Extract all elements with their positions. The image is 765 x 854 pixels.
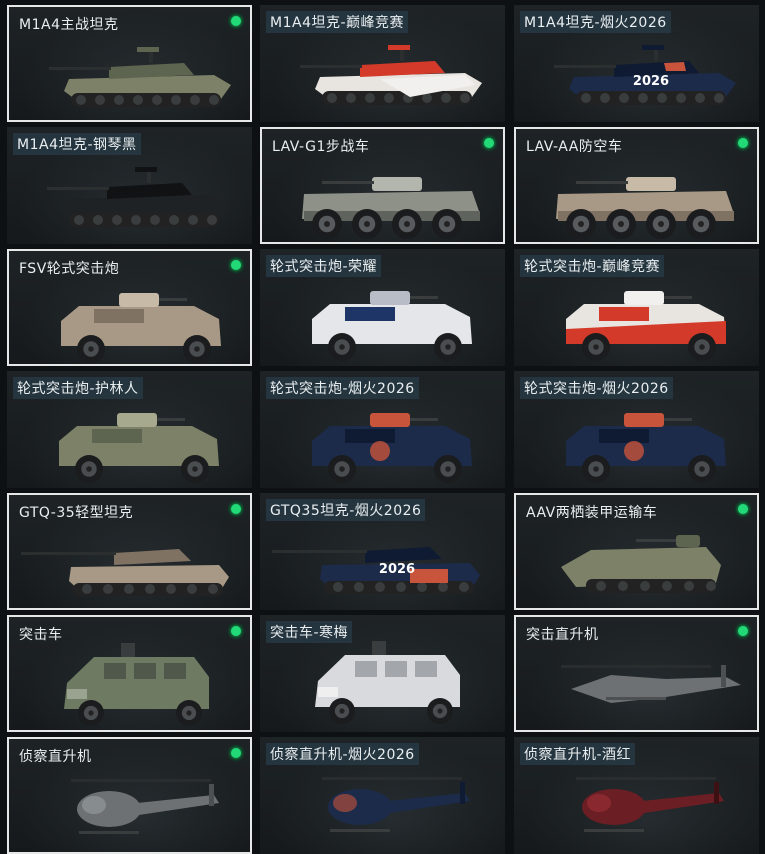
vehicle-card[interactable]: FSV轮式突击炮	[7, 249, 252, 366]
vehicle-card[interactable]: 轮式突击炮-烟火2026	[260, 371, 505, 488]
owned-indicator-icon	[228, 623, 244, 639]
vehicle-card[interactable]: LAV-AA防空车	[514, 127, 759, 244]
vehicle-card[interactable]: LAV-G1步战车	[260, 127, 505, 244]
vehicle-name: LAV-G1步战车	[272, 139, 370, 155]
skin-year-badge: 2026	[379, 562, 415, 577]
vehicle-name: 侦察直升机-烟火2026	[266, 743, 419, 765]
vehicle-name: LAV-AA防空车	[526, 139, 623, 155]
vehicle-card[interactable]: 轮式突击炮-烟火2026	[514, 371, 759, 488]
vehicle-name: FSV轮式突击炮	[19, 261, 120, 277]
vehicle-name: 轮式突击炮-荣耀	[266, 255, 382, 277]
vehicle-card[interactable]: 突击车	[7, 615, 252, 732]
owned-indicator-icon	[228, 501, 244, 517]
vehicle-name: M1A4坦克-钢琴黑	[13, 133, 141, 155]
vehicle-name: 轮式突击炮-烟火2026	[266, 377, 419, 399]
vehicle-card[interactable]: M1A4坦克-钢琴黑	[7, 127, 252, 244]
vehicle-name: 突击直升机	[526, 627, 599, 643]
owned-indicator-icon	[735, 501, 751, 517]
vehicle-name: 轮式突击炮-巅峰竞赛	[520, 255, 665, 277]
vehicle-card[interactable]: AAV两栖装甲运输车	[514, 493, 759, 610]
owned-indicator-icon	[228, 257, 244, 273]
vehicle-card[interactable]: 侦察直升机-烟火2026	[260, 737, 505, 854]
vehicle-name: GTQ-35轻型坦克	[19, 505, 134, 521]
vehicle-card[interactable]: M1A4坦克-巅峰竞赛	[260, 5, 505, 122]
vehicle-card[interactable]: M1A4主战坦克	[7, 5, 252, 122]
vehicle-name: 轮式突击炮-护林人	[13, 377, 143, 399]
skin-year-badge: 2026	[633, 74, 669, 89]
vehicle-name: M1A4坦克-烟火2026	[520, 11, 671, 33]
vehicle-card[interactable]: 轮式突击炮-荣耀	[260, 249, 505, 366]
owned-indicator-icon	[735, 135, 751, 151]
vehicle-card[interactable]: GTQ35坦克-烟火2026 2026	[260, 493, 505, 610]
vehicle-card[interactable]: 侦察直升机-酒红	[514, 737, 759, 854]
vehicle-name: AAV两栖装甲运输车	[526, 505, 658, 521]
vehicle-grid: M1A4主战坦克 M1A4坦克-巅峰竞赛 M1A4坦克-烟火2026 2026 M1A4…	[0, 0, 765, 854]
vehicle-card[interactable]: 轮式突击炮-巅峰竞赛	[514, 249, 759, 366]
vehicle-name: GTQ35坦克-烟火2026	[266, 499, 426, 521]
vehicle-name: 突击车-寒梅	[266, 621, 353, 643]
vehicle-name: 突击车	[19, 627, 63, 643]
vehicle-card[interactable]: 突击车-寒梅	[260, 615, 505, 732]
vehicle-name: 侦察直升机	[19, 749, 92, 765]
vehicle-card[interactable]: M1A4坦克-烟火2026 2026	[514, 5, 759, 122]
vehicle-card[interactable]: 轮式突击炮-护林人	[7, 371, 252, 488]
owned-indicator-icon	[481, 135, 497, 151]
owned-indicator-icon	[228, 13, 244, 29]
vehicle-name: M1A4坦克-巅峰竞赛	[266, 11, 409, 33]
vehicle-name: M1A4主战坦克	[19, 17, 119, 33]
vehicle-card[interactable]: 突击直升机	[514, 615, 759, 732]
vehicle-card[interactable]: 侦察直升机	[7, 737, 252, 854]
vehicle-name: 侦察直升机-酒红	[520, 743, 636, 765]
vehicle-name: 轮式突击炮-烟火2026	[520, 377, 673, 399]
owned-indicator-icon	[228, 745, 244, 761]
vehicle-card[interactable]: GTQ-35轻型坦克	[7, 493, 252, 610]
owned-indicator-icon	[735, 623, 751, 639]
